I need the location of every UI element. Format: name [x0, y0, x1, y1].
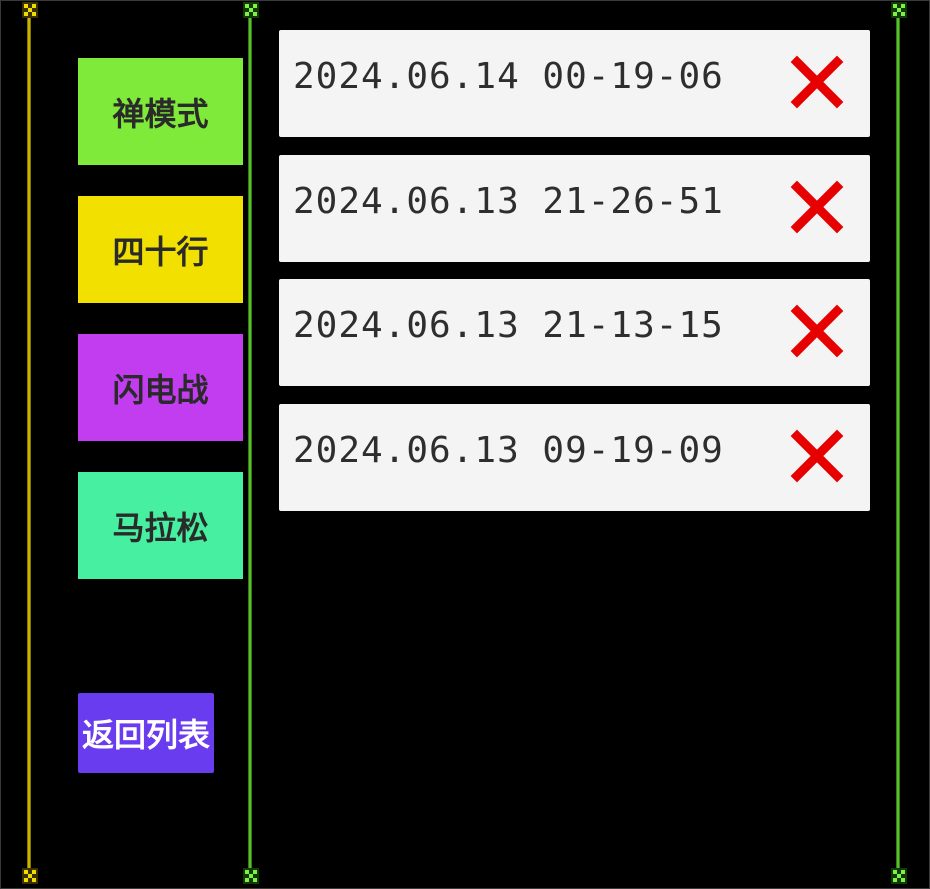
mode-button-zen[interactable]: 禅模式	[78, 58, 243, 165]
divider-rail-top-ornament-icon	[243, 2, 259, 18]
close-icon	[790, 429, 844, 483]
delete-record-button[interactable]	[789, 179, 845, 235]
divider-rail	[248, 10, 252, 878]
divider-rail-bottom-ornament-icon	[243, 868, 259, 884]
mode-button-label: 禅模式	[112, 94, 209, 133]
left-rail	[27, 10, 31, 878]
record-item[interactable]: 2024.06.13 21-26-51	[279, 155, 870, 262]
close-icon	[790, 180, 844, 234]
left-rail-top-ornament-icon	[22, 2, 38, 18]
mode-button-label: 马拉松	[112, 508, 209, 547]
record-timestamp: 2024.06.13 21-13-15	[293, 305, 724, 346]
right-rail	[896, 10, 900, 878]
left-rail-bottom-ornament-icon	[22, 868, 38, 884]
delete-record-button[interactable]	[789, 54, 845, 110]
mode-button-blitz[interactable]: 闪电战	[78, 334, 243, 441]
delete-record-button[interactable]	[789, 428, 845, 484]
record-timestamp: 2024.06.14 00-19-06	[293, 56, 724, 97]
back-button-label: 返回列表	[81, 716, 210, 754]
record-item[interactable]: 2024.06.14 00-19-06	[279, 30, 870, 137]
close-icon	[790, 304, 844, 358]
record-timestamp: 2024.06.13 21-26-51	[293, 181, 724, 222]
close-icon	[790, 55, 844, 109]
back-to-list-button[interactable]: 返回列表	[78, 693, 214, 773]
mode-button-forty-lines[interactable]: 四十行	[78, 196, 243, 303]
mode-button-label: 四十行	[112, 232, 209, 271]
delete-record-button[interactable]	[789, 303, 845, 359]
record-timestamp: 2024.06.13 09-19-09	[293, 430, 724, 471]
record-item[interactable]: 2024.06.13 21-13-15	[279, 279, 870, 386]
record-item[interactable]: 2024.06.13 09-19-09	[279, 404, 870, 511]
mode-button-marathon[interactable]: 马拉松	[78, 472, 243, 579]
right-rail-bottom-ornament-icon	[891, 868, 907, 884]
right-rail-top-ornament-icon	[891, 2, 907, 18]
mode-button-label: 闪电战	[112, 370, 209, 409]
